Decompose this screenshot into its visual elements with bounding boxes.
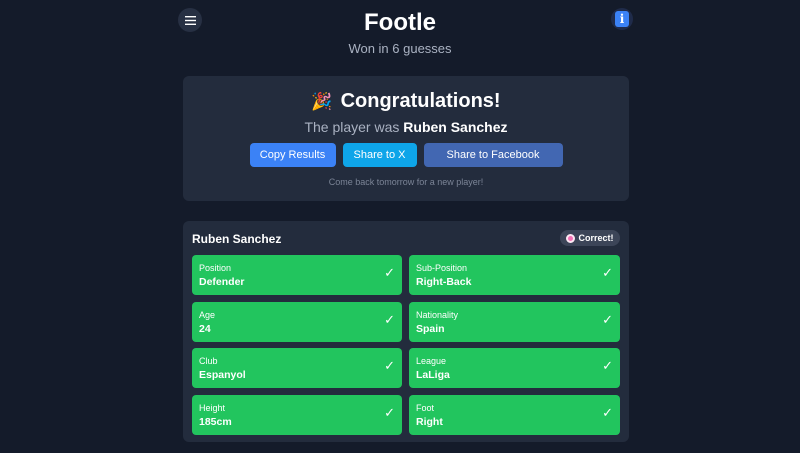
check-icon: ✓ [602, 406, 613, 422]
attribute-value: Spain [416, 322, 445, 335]
attribute-position: Position Defender ✓ [192, 255, 402, 295]
page-title: Footle [364, 9, 436, 36]
share-to-x-button[interactable]: Share to X [342, 143, 417, 167]
attribute-club: Club Espanyol ✓ [192, 348, 402, 389]
share-to-facebook-button[interactable]: Share to Facebook [423, 143, 563, 167]
player-prefix: The player was [304, 119, 400, 135]
attribute-label: Sub-Position [416, 263, 468, 273]
page-subtitle: Won in 6 guesses [348, 41, 452, 56]
check-icon: ✓ [602, 312, 613, 328]
congrats-title: Congratulations! [340, 90, 501, 112]
attribute-label: Height [199, 403, 226, 414]
come-back-note: Come back tomorrow for a new player! [328, 177, 484, 187]
attribute-label: League [416, 356, 447, 367]
attribute-foot: Foot Right ✓ [409, 395, 620, 436]
attribute-sub-position: Sub-Position Right-Back ✓ [409, 255, 620, 295]
target-icon [566, 233, 576, 243]
info-icon: i [615, 11, 629, 27]
party-popper-icon: 🎉 [311, 91, 333, 112]
attribute-label: Foot [416, 403, 435, 414]
attribute-value: 24 [199, 322, 211, 335]
congrats-heading: 🎉 Congratulations! [183, 90, 629, 113]
check-icon: ✓ [384, 406, 395, 422]
check-icon: ✓ [384, 359, 395, 375]
attribute-value: Defender [199, 276, 245, 288]
check-icon: ✓ [602, 359, 613, 375]
attribute-value: 185cm [199, 416, 232, 429]
check-icon: ✓ [384, 312, 395, 328]
attribute-value: Right [416, 416, 443, 429]
attribute-value: Right-Back [416, 276, 472, 288]
status-badge-label: Correct! [578, 233, 614, 243]
info-button[interactable]: i [611, 8, 633, 30]
attribute-nationality: Nationality Spain ✓ [409, 301, 620, 342]
guess-card: Ruben Sanchez Correct! Position Defender… [183, 221, 629, 442]
player-reveal: The player was Ruben Sanchez [183, 119, 629, 135]
congrats-card: 🎉 Congratulations! The player was Ruben … [183, 76, 629, 201]
player-name: Ruben Sanchez [403, 119, 508, 135]
check-icon: ✓ [602, 266, 613, 281]
attribute-age: Age 24 ✓ [192, 301, 402, 342]
attribute-league: League LaLiga ✓ [409, 348, 620, 389]
attribute-value: LaLiga [416, 369, 450, 382]
attribute-value: Espanyol [199, 369, 246, 382]
guess-player-name: Ruben Sanchez [192, 232, 282, 246]
check-icon: ✓ [384, 266, 395, 281]
attribute-label: Club [199, 356, 218, 367]
attribute-label: Position [199, 263, 232, 273]
attribute-grid: Position Defender ✓ Sub-Position Right-B… [192, 255, 620, 436]
attribute-label: Age [199, 309, 216, 320]
status-badge: Correct! [560, 230, 620, 246]
copy-results-button[interactable]: Copy Results [249, 143, 336, 167]
attribute-height: Height 185cm ✓ [192, 395, 402, 436]
attribute-label: Nationality [416, 309, 459, 320]
share-buttons: Copy Results Share to X Share to Faceboo… [183, 143, 629, 167]
